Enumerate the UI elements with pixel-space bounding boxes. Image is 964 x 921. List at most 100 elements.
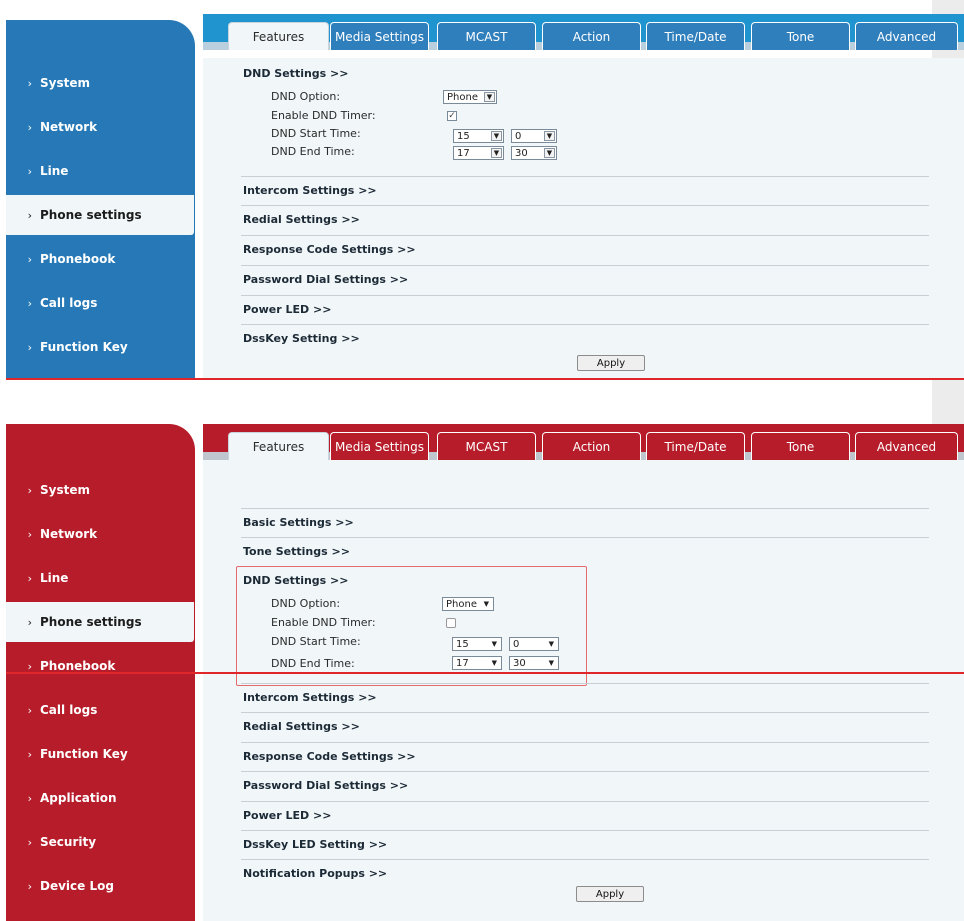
- chevron-right-icon: ›: [27, 703, 32, 717]
- tab-mcast[interactable]: MCAST: [437, 22, 536, 50]
- section-divider: [241, 205, 929, 206]
- sidebar-item-label: Line: [40, 164, 69, 178]
- sidebar-item-label: Security: [40, 835, 97, 849]
- sidebar-item-label: Function Key: [40, 340, 128, 354]
- dnd-start-hour-value: 15: [457, 130, 470, 142]
- web-ui-panel-red: Features Media Settings MCAST Action Time/Da…: [6, 424, 964, 921]
- tab-action[interactable]: Action: [542, 432, 641, 460]
- sidebar-item-phone-settings[interactable]: › Phone settings: [6, 195, 194, 235]
- sidebar-item-security[interactable]: › Security: [6, 822, 195, 862]
- chevron-right-icon: ›: [27, 835, 32, 849]
- sidebar-item-label: Function Key: [40, 747, 128, 761]
- dnd-start-hour-select[interactable]: 15 ▼: [453, 129, 504, 143]
- chevron-right-icon: ›: [27, 615, 32, 629]
- dropdown-arrow-icon: ▼: [544, 131, 555, 141]
- dnd-start-hour-select[interactable]: 15 ▼: [452, 637, 502, 651]
- sidebar-item-network[interactable]: › Network: [6, 107, 195, 147]
- section-header-response-code-settings[interactable]: Response Code Settings >>: [243, 750, 416, 763]
- dropdown-arrow-icon: ▼: [484, 92, 495, 102]
- dnd-timer-checkbox[interactable]: [446, 618, 456, 628]
- section-divider: [241, 176, 929, 177]
- sidebar-item-label: Phonebook: [40, 252, 116, 266]
- tab-advanced[interactable]: Advanced: [855, 22, 958, 50]
- chevron-right-icon: ›: [27, 747, 32, 761]
- section-header-response-code-settings[interactable]: Response Code Settings >>: [243, 243, 416, 256]
- dnd-option-select[interactable]: Phone ▼: [442, 597, 494, 611]
- section-header-dsskey-setting[interactable]: DssKey Setting >>: [243, 332, 360, 345]
- dnd-timer-label: Enable DND Timer:: [271, 109, 376, 122]
- dnd-start-min-value: 0: [515, 130, 522, 142]
- dnd-end-hour-select[interactable]: 17 ▼: [452, 656, 502, 670]
- sidebar-item-system[interactable]: › System: [6, 63, 195, 103]
- sidebar-item-phonebook[interactable]: › Phonebook: [6, 239, 195, 279]
- tab-mcast[interactable]: MCAST: [437, 432, 536, 460]
- section-header-intercom-settings[interactable]: Intercom Settings >>: [243, 691, 377, 704]
- chevron-right-icon: ›: [27, 791, 32, 805]
- chevron-right-icon: ›: [27, 252, 32, 266]
- tab-features[interactable]: Features: [228, 22, 329, 50]
- section-header-basic-settings[interactable]: Basic Settings >>: [243, 516, 354, 529]
- section-header-redial-settings[interactable]: Redial Settings >>: [243, 213, 360, 226]
- dnd-end-min-select[interactable]: 30 ▼: [509, 656, 559, 670]
- sidebar-item-phone-settings[interactable]: › Phone settings: [6, 602, 194, 642]
- tab-tone[interactable]: Tone: [751, 432, 850, 460]
- chevron-right-icon: ›: [27, 527, 32, 541]
- apply-button[interactable]: Apply: [576, 886, 644, 902]
- sidebar-item-function-key[interactable]: › Function Key: [6, 734, 195, 774]
- section-divider: [241, 801, 929, 802]
- tab-media-settings[interactable]: Media Settings: [330, 22, 429, 50]
- tab-time-date[interactable]: Time/Date: [646, 22, 745, 50]
- sidebar-item-label: Device Log: [40, 879, 114, 893]
- dnd-timer-checkbox[interactable]: ✓: [447, 111, 457, 121]
- section-header-power-led[interactable]: Power LED >>: [243, 809, 331, 822]
- tab-media-settings[interactable]: Media Settings: [330, 432, 429, 460]
- sidebar-item-line[interactable]: › Line: [6, 558, 195, 598]
- apply-button[interactable]: Apply: [577, 355, 645, 371]
- dnd-end-hour-select[interactable]: 17 ▼: [453, 146, 504, 160]
- sidebar-item-line[interactable]: › Line: [6, 151, 195, 191]
- sidebar-item-call-logs[interactable]: › Call logs: [6, 690, 195, 730]
- chevron-right-icon: ›: [27, 76, 32, 90]
- chevron-right-icon: ›: [27, 120, 32, 134]
- tab-tone[interactable]: Tone: [751, 22, 850, 50]
- tab-features[interactable]: Features: [228, 432, 329, 460]
- dnd-settings-header[interactable]: DND Settings >>: [243, 574, 348, 587]
- chevron-right-icon: ›: [27, 208, 32, 222]
- dnd-start-min-select[interactable]: 0 ▼: [511, 129, 557, 143]
- sidebar-item-label: Phone settings: [40, 615, 142, 629]
- section-header-tone-settings[interactable]: Tone Settings >>: [243, 545, 350, 558]
- section-divider: [241, 830, 929, 831]
- section-header-password-dial-settings[interactable]: Password Dial Settings >>: [243, 273, 408, 286]
- dropdown-arrow-icon: ▼: [491, 659, 497, 667]
- chevron-right-icon: ›: [27, 483, 32, 497]
- section-header-password-dial-settings[interactable]: Password Dial Settings >>: [243, 779, 408, 792]
- sidebar-item-label: Call logs: [40, 703, 98, 717]
- sidebar-item-label: Line: [40, 571, 69, 585]
- dnd-start-min-select[interactable]: 0 ▼: [509, 637, 559, 651]
- tab-advanced[interactable]: Advanced: [855, 432, 958, 460]
- dnd-end-hour-value: 17: [457, 147, 470, 159]
- section-divider: [241, 324, 929, 325]
- tab-action[interactable]: Action: [542, 22, 641, 50]
- sidebar-item-application[interactable]: › Application: [6, 778, 195, 818]
- sidebar-item-device-log[interactable]: › Device Log: [6, 866, 195, 906]
- sidebar-item-function-key[interactable]: › Function Key: [6, 327, 195, 367]
- dnd-option-select[interactable]: Phone ▼: [443, 90, 497, 104]
- dnd-end-min-select[interactable]: 30 ▼: [511, 146, 557, 160]
- sidebar-item-system[interactable]: › System: [6, 470, 195, 510]
- section-divider: [241, 742, 929, 743]
- sidebar-item-call-logs[interactable]: › Call logs: [6, 283, 195, 323]
- section-header-intercom-settings[interactable]: Intercom Settings >>: [243, 184, 377, 197]
- dnd-settings-header[interactable]: DND Settings >>: [243, 67, 348, 80]
- sidebar-item-phonebook[interactable]: › Phonebook: [6, 646, 195, 686]
- dnd-start-time-label: DND Start Time:: [271, 635, 361, 648]
- section-header-dsskey-led-setting[interactable]: DssKey LED Setting >>: [243, 838, 387, 851]
- sidebar-item-network[interactable]: › Network: [6, 514, 195, 554]
- section-divider: [241, 295, 929, 296]
- web-ui-panel-blue: Features Media Settings MCAST Action Time/Da…: [6, 0, 964, 380]
- section-header-power-led[interactable]: Power LED >>: [243, 303, 331, 316]
- tab-time-date[interactable]: Time/Date: [646, 432, 745, 460]
- section-header-redial-settings[interactable]: Redial Settings >>: [243, 720, 360, 733]
- section-header-notification-popups[interactable]: Notification Popups >>: [243, 867, 387, 880]
- dropdown-arrow-icon: ▼: [491, 148, 502, 158]
